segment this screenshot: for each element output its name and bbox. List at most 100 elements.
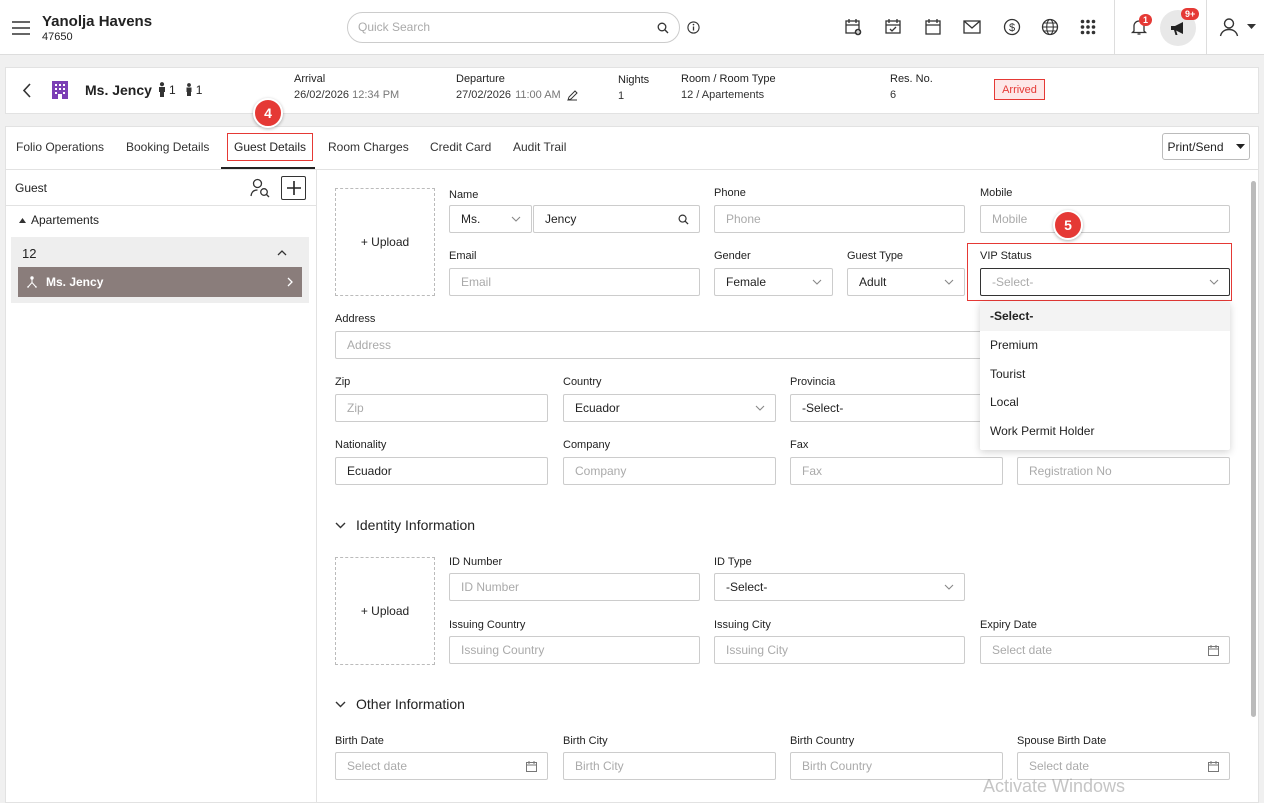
salutation-value: Ms. xyxy=(461,212,481,226)
phone-input[interactable]: Phone xyxy=(714,205,965,233)
phone-placeholder: Phone xyxy=(726,212,761,226)
vip-status-select[interactable]: -Select- xyxy=(980,268,1230,296)
vip-status-label: VIP Status xyxy=(980,250,1032,262)
hotel-code: 47650 xyxy=(42,31,73,43)
id-number-input[interactable]: ID Number xyxy=(449,573,700,601)
add-guest-button[interactable] xyxy=(281,176,306,200)
resno-value: 6 xyxy=(890,89,897,101)
room-number: 12 xyxy=(22,246,37,261)
room-type-group[interactable]: Apartements xyxy=(19,213,99,227)
arrival-label: Arrival xyxy=(294,73,326,85)
vip-option-work-permit-holder[interactable]: Work Permit Holder xyxy=(990,424,1094,438)
guest-list-item[interactable]: Ms. Jency xyxy=(18,267,302,297)
company-input[interactable]: Company xyxy=(563,457,776,485)
gender-select[interactable]: Female xyxy=(714,268,833,296)
info-icon[interactable] xyxy=(686,20,701,35)
guest-list-name: Ms. Jency xyxy=(46,275,104,289)
print-send-label: Print/Send xyxy=(1167,139,1224,154)
user-icon[interactable] xyxy=(1218,16,1240,38)
company-placeholder: Company xyxy=(575,464,627,478)
mobile-input[interactable]: Mobile xyxy=(980,205,1230,233)
birth-country-input[interactable]: Birth Country xyxy=(790,752,1003,780)
vip-option-premium[interactable]: Premium xyxy=(990,338,1038,352)
calendar-add-icon[interactable] xyxy=(842,16,864,38)
mobile-label: Mobile xyxy=(980,187,1013,199)
identity-section-title: Identity Information xyxy=(356,517,476,533)
tab-booking-details[interactable]: Booking Details xyxy=(126,140,209,154)
issuing-city-input[interactable]: Issuing City xyxy=(714,636,965,664)
registration-no-input[interactable]: Registration No xyxy=(1017,457,1230,485)
guest-search-icon[interactable] xyxy=(249,177,271,199)
issuing-country-label: Issuing Country xyxy=(449,619,526,631)
salutation-select[interactable]: Ms. xyxy=(449,205,532,233)
globe-icon[interactable] xyxy=(1039,16,1061,38)
birth-city-label: Birth City xyxy=(563,735,608,747)
plus-icon xyxy=(286,181,301,195)
chevron-down-icon xyxy=(511,216,521,222)
print-send-button[interactable]: Print/Send xyxy=(1162,133,1250,160)
hotel-name: Yanolja Havens xyxy=(42,13,153,30)
country-label: Country xyxy=(563,376,602,388)
adult-count: 1 xyxy=(169,82,176,97)
svg-text:$: $ xyxy=(1009,22,1015,34)
search-icon[interactable] xyxy=(656,21,670,35)
room-type-label: Apartements xyxy=(31,213,100,227)
quick-search[interactable] xyxy=(347,12,680,43)
child-count: 1 xyxy=(195,82,203,97)
hotel-building-icon xyxy=(49,79,71,101)
id-number-label: ID Number xyxy=(449,556,503,568)
birth-country-label: Birth Country xyxy=(790,735,855,747)
tab-room-charges[interactable]: Room Charges xyxy=(328,140,409,154)
mail-icon[interactable] xyxy=(961,16,983,38)
form-scrollbar[interactable] xyxy=(1251,181,1256,717)
tab-audit-trail[interactable]: Audit Trail xyxy=(513,140,566,154)
tab-folio-operations[interactable]: Folio Operations xyxy=(16,140,104,154)
vip-option-tourist[interactable]: Tourist xyxy=(990,367,1025,381)
provincia-select[interactable]: -Select- xyxy=(790,394,1003,422)
calendar-icon[interactable] xyxy=(1208,760,1219,772)
spouse-birth-date-label: Spouse Birth Date xyxy=(1017,735,1107,747)
chevron-down-icon[interactable] xyxy=(1245,20,1257,32)
first-name-input[interactable]: Jency xyxy=(533,205,700,233)
guest-type-value: Adult xyxy=(859,275,887,289)
occupancy: 1 1 xyxy=(157,82,202,97)
zip-input[interactable]: Zip xyxy=(335,394,548,422)
back-icon[interactable] xyxy=(18,81,34,99)
mobile-placeholder: Mobile xyxy=(992,212,1028,226)
vip-option-local[interactable]: Local xyxy=(990,395,1019,409)
country-select[interactable]: Ecuador xyxy=(563,394,776,422)
tab-credit-card[interactable]: Credit Card xyxy=(430,140,491,154)
nationality-select[interactable]: Ecuador xyxy=(335,457,548,485)
birth-date-input[interactable]: Select date xyxy=(335,752,548,780)
vip-status-value: -Select- xyxy=(992,275,1034,289)
calendar-icon[interactable] xyxy=(526,760,537,772)
fax-input[interactable]: Fax xyxy=(790,457,1003,485)
photo-upload[interactable]: + Upload xyxy=(335,188,435,296)
calendar-icon[interactable] xyxy=(922,16,944,38)
guest-type-select[interactable]: Adult xyxy=(847,268,965,296)
chevron-up-icon[interactable] xyxy=(276,248,288,258)
guest-type-label: Guest Type xyxy=(847,250,904,262)
edit-pencil-icon[interactable] xyxy=(566,89,578,101)
registration-no-placeholder: Registration No xyxy=(1029,464,1112,478)
id-type-select[interactable]: -Select- xyxy=(714,573,965,601)
arrival-time: 12:34 PM xyxy=(352,89,400,101)
identity-section-header[interactable]: Identity Information xyxy=(335,517,475,533)
id-upload[interactable]: + Upload xyxy=(335,557,435,665)
search-icon[interactable] xyxy=(678,214,689,225)
calendar-check-icon[interactable] xyxy=(882,16,904,38)
search-input[interactable] xyxy=(358,20,648,34)
vip-option-select[interactable]: -Select- xyxy=(990,309,1033,323)
calendar-icon[interactable] xyxy=(1208,644,1219,656)
expiry-date-input[interactable]: Select date xyxy=(980,636,1230,664)
dollar-icon[interactable]: $ xyxy=(1001,16,1023,38)
menu-icon[interactable] xyxy=(10,17,32,39)
notification-badge: 1 xyxy=(1139,14,1153,26)
issuing-country-input[interactable]: Issuing Country xyxy=(449,636,700,664)
address-label: Address xyxy=(335,313,376,325)
apps-grid-icon[interactable] xyxy=(1077,16,1099,38)
other-section-header[interactable]: Other Information xyxy=(335,696,465,712)
tab-guest-details[interactable]: Guest Details xyxy=(227,133,313,161)
birth-city-input[interactable]: Birth City xyxy=(563,752,776,780)
email-input[interactable]: Email xyxy=(449,268,700,296)
